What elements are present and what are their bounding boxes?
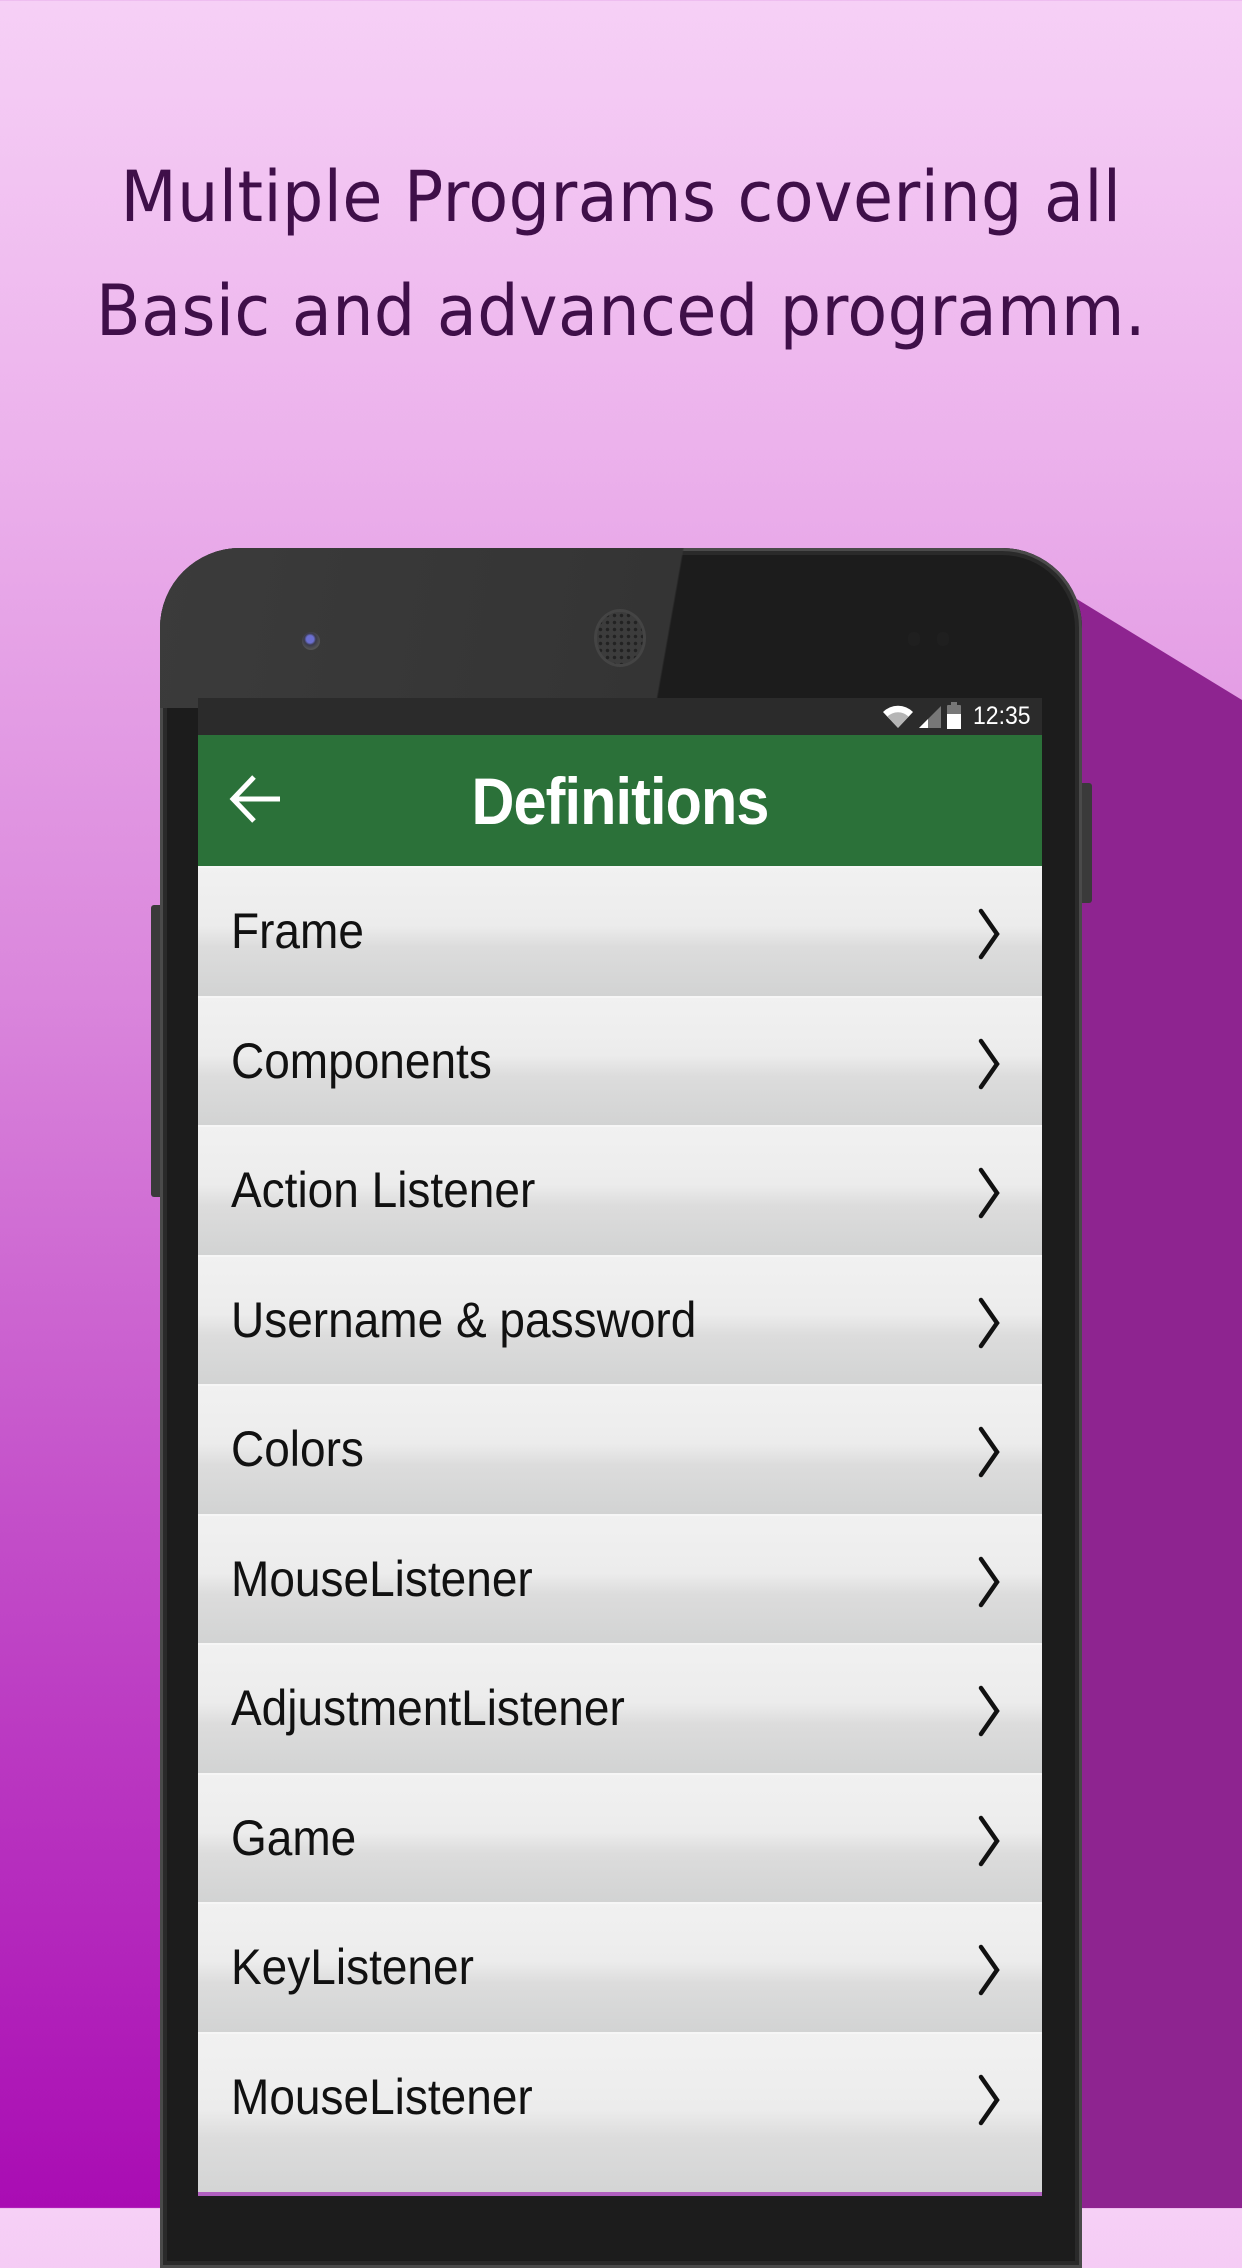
list-item-mouselistener[interactable]: MouseListener <box>198 1513 1042 1643</box>
headline-line-2: Basic and advanced programm. <box>96 270 1146 352</box>
chevron-right-icon <box>978 1944 1000 1996</box>
chevron-right-icon <box>978 1167 1000 1219</box>
phone-power-button <box>1082 783 1092 903</box>
chevron-right-icon <box>978 1426 1000 1478</box>
chevron-right-icon <box>978 1556 1000 1607</box>
proximity-sensor-icon <box>908 632 920 646</box>
list-item-label: Game <box>231 1809 357 1866</box>
chevron-right-icon <box>978 1038 1000 1089</box>
light-sensor-icon <box>937 632 949 646</box>
list-item-label: Frame <box>231 903 364 959</box>
status-bar: 12:35 <box>198 698 1042 735</box>
app-bar: Definitions <box>198 735 1042 866</box>
cellular-signal-icon <box>919 705 942 728</box>
list-item-adjustmentlistener[interactable]: AdjustmentListener <box>198 1643 1042 1773</box>
list-item-label: Username & password <box>231 1291 697 1348</box>
list-item-components[interactable]: Components <box>198 995 1042 1125</box>
list-item-keylistener[interactable]: KeyListener <box>198 1902 1042 2032</box>
chevron-right-icon <box>978 908 1000 960</box>
chevron-right-icon <box>978 1297 1000 1348</box>
list-item-label: MouseListener <box>231 1550 533 1607</box>
list-item-mouselistener-2[interactable]: MouseListener <box>198 2031 1042 2196</box>
list-item-colors[interactable]: Colors <box>198 1384 1042 1514</box>
list-item-label: KeyListener <box>231 1939 474 1995</box>
chevron-right-icon <box>978 1685 1000 1737</box>
wifi-icon <box>883 705 914 728</box>
list-item-username-password[interactable]: Username & password <box>198 1254 1042 1384</box>
earpiece-speaker-icon <box>597 612 643 664</box>
page-title: Definitions <box>471 763 770 838</box>
promo-headline: Multiple Programs covering all Basic and… <box>43 140 1198 368</box>
list-item-label: Action Listener <box>231 1162 536 1218</box>
list-item-label: MouseListener <box>231 2068 533 2125</box>
chevron-right-icon <box>978 2074 1000 2125</box>
list-item-action-listener[interactable]: Action Listener <box>198 1125 1042 1255</box>
phone-screen: 12:35 Definitions Frame Components Actio… <box>198 698 1042 2196</box>
list-item-label: Colors <box>231 1421 364 1477</box>
screen-bottom-edge <box>198 2192 1042 2196</box>
list-item-label: AdjustmentListener <box>231 1680 625 1736</box>
front-camera-icon <box>302 632 320 650</box>
definitions-list: Frame Components Action Listener Usernam… <box>198 866 1042 2196</box>
arrow-left-icon <box>229 775 280 823</box>
list-item-game[interactable]: Game <box>198 1772 1042 1902</box>
battery-icon <box>947 701 962 729</box>
headline-line-1: Multiple Programs covering all <box>120 156 1122 238</box>
list-item-frame[interactable]: Frame <box>198 866 1042 996</box>
back-button[interactable] <box>228 771 284 827</box>
chevron-right-icon <box>978 1815 1000 1866</box>
status-time: 12:35 <box>973 702 1031 730</box>
list-item-label: Components <box>231 1032 492 1089</box>
